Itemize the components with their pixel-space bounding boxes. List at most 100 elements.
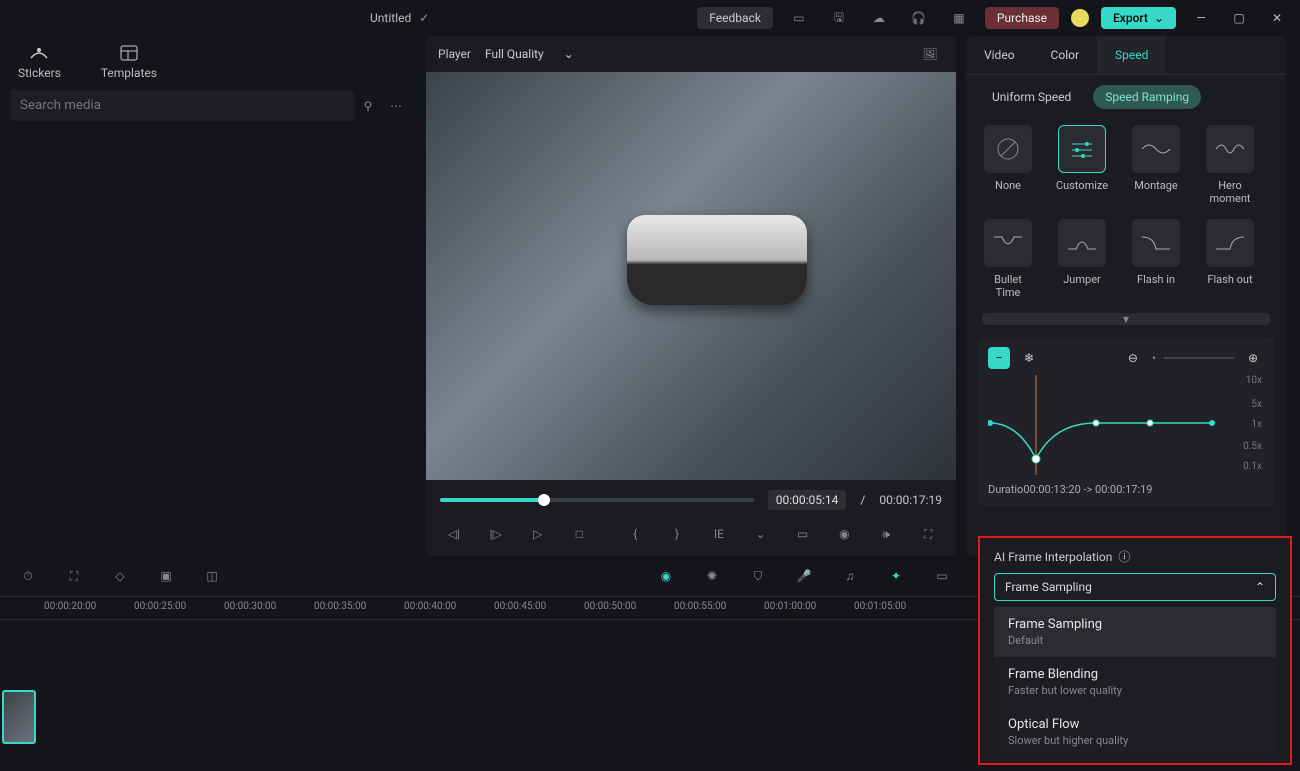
add-keyframe-button[interactable]: − bbox=[988, 347, 1010, 369]
quality-dropdown[interactable]: Full Quality ⌄ bbox=[485, 47, 574, 61]
close-button[interactable]: ✕ bbox=[1264, 5, 1290, 31]
opt-title: Optical Flow bbox=[1008, 717, 1262, 732]
ylabel: 1x bbox=[1251, 419, 1262, 430]
chevron-up-icon: ⌃ bbox=[1255, 580, 1265, 594]
maximize-button[interactable]: ▢ bbox=[1226, 5, 1252, 31]
marker-out-icon[interactable]: } bbox=[663, 520, 691, 548]
seek-fill bbox=[440, 498, 544, 502]
export-button[interactable]: Export ⌄ bbox=[1101, 7, 1176, 29]
preset-none[interactable]: None bbox=[982, 125, 1034, 205]
preset-label: Customize bbox=[1056, 179, 1108, 192]
layers-icon[interactable]: ▣ bbox=[152, 562, 180, 590]
preset-label: Montage bbox=[1134, 179, 1178, 192]
tl-mark: 00:00:20:00 bbox=[44, 597, 134, 619]
time-separator: / bbox=[860, 493, 865, 507]
zoom-in-graph[interactable]: ⊕ bbox=[1242, 347, 1264, 369]
save-icon[interactable]: 🖫 bbox=[825, 4, 853, 32]
avatar-badge[interactable] bbox=[1071, 9, 1089, 27]
apps-icon[interactable]: ▦ bbox=[945, 4, 973, 32]
marker-in-icon[interactable]: { bbox=[621, 520, 649, 548]
ai-icon[interactable]: ◉ bbox=[652, 562, 680, 590]
uniform-speed-tab[interactable]: Uniform Speed bbox=[980, 85, 1083, 109]
tl-mark: 00:01:05:00 bbox=[854, 597, 944, 619]
volume-icon[interactable]: 🕪 bbox=[872, 520, 900, 548]
crop-icon[interactable]: ⛶ bbox=[60, 562, 88, 590]
sticker-icon bbox=[28, 44, 50, 62]
ylabel: 10x bbox=[1246, 375, 1262, 386]
stickers-label: Stickers bbox=[18, 66, 61, 80]
mic-icon[interactable]: 🎤 bbox=[790, 562, 818, 590]
preset-montage[interactable]: Montage bbox=[1130, 125, 1182, 205]
tab-color[interactable]: Color bbox=[1033, 36, 1097, 74]
templates-tab[interactable]: Templates bbox=[101, 44, 157, 80]
text-icon[interactable]: ▭ bbox=[928, 562, 956, 590]
tl-mark: 00:00:35:00 bbox=[314, 597, 404, 619]
video-preview[interactable] bbox=[426, 72, 956, 480]
stop-button[interactable]: □ bbox=[565, 520, 593, 548]
tl-mark: 00:00:25:00 bbox=[134, 597, 224, 619]
video-frame bbox=[426, 72, 956, 480]
seek-bar[interactable] bbox=[440, 498, 754, 502]
preset-label: Bullet Time bbox=[982, 273, 1034, 299]
cloud-icon[interactable]: ☁ bbox=[865, 4, 893, 32]
minimize-button[interactable]: — bbox=[1188, 5, 1214, 31]
device-icon[interactable]: ▭ bbox=[785, 4, 813, 32]
preset-hero-moment[interactable]: Hero moment bbox=[1204, 125, 1256, 205]
split-icon[interactable]: ◫ bbox=[198, 562, 226, 590]
stickers-tab[interactable]: Stickers bbox=[18, 44, 61, 80]
tab-speed[interactable]: Speed bbox=[1097, 36, 1166, 74]
headset-icon[interactable]: 🎧 bbox=[905, 4, 933, 32]
camera-icon[interactable]: ◉ bbox=[830, 520, 858, 548]
quality-value: Full Quality bbox=[485, 47, 544, 61]
expand-presets[interactable]: ▾ bbox=[982, 313, 1270, 325]
tag-icon[interactable]: ◇ bbox=[106, 562, 134, 590]
more-icon[interactable]: ⋯ bbox=[382, 92, 410, 120]
preset-flash-out[interactable]: Flash out bbox=[1204, 219, 1256, 299]
freeze-button[interactable]: ❄ bbox=[1018, 347, 1040, 369]
flashin-icon bbox=[1140, 233, 1172, 253]
snapshot-preview-icon[interactable]: 🖼 bbox=[916, 40, 944, 68]
clip-label-icon[interactable]: IE bbox=[705, 520, 733, 548]
effects-icon[interactable]: ✺ bbox=[698, 562, 726, 590]
zoom-out-graph[interactable]: ⊖ bbox=[1122, 347, 1144, 369]
purchase-button[interactable]: Purchase bbox=[985, 7, 1059, 29]
shield-icon[interactable]: ⛉ bbox=[744, 562, 772, 590]
speed-ramping-tab[interactable]: Speed Ramping bbox=[1093, 85, 1201, 109]
preset-jumper[interactable]: Jumper bbox=[1056, 219, 1108, 299]
interp-option-optical[interactable]: Optical Flow Slower but higher quality bbox=[994, 707, 1276, 757]
preset-bullet-time[interactable]: Bullet Time bbox=[982, 219, 1034, 299]
chevron-down-icon[interactable]: ⌄ bbox=[747, 520, 775, 548]
next-frame-button[interactable]: |▷ bbox=[482, 520, 510, 548]
play-button[interactable]: ▷ bbox=[524, 520, 552, 548]
none-icon bbox=[995, 136, 1021, 162]
filter-icon[interactable]: ⚲ bbox=[354, 92, 382, 120]
speed-graph[interactable]: 10x 5x 1x 0.5x 0.1x bbox=[988, 375, 1264, 475]
timer-icon[interactable]: ⏱ bbox=[14, 562, 42, 590]
interp-options: Frame Sampling Default Frame Blending Fa… bbox=[994, 607, 1276, 757]
seek-handle[interactable] bbox=[538, 494, 550, 506]
preset-label: Flash out bbox=[1207, 273, 1252, 286]
interp-option-blending[interactable]: Frame Blending Faster but lower quality bbox=[994, 657, 1276, 707]
video-clip[interactable] bbox=[2, 690, 36, 744]
player-label: Player bbox=[438, 47, 471, 61]
music-icon[interactable]: ♫ bbox=[836, 562, 864, 590]
vr-headset-shape bbox=[627, 215, 807, 305]
feedback-button[interactable]: Feedback bbox=[697, 7, 773, 29]
preset-flash-in[interactable]: Flash in bbox=[1130, 219, 1182, 299]
tab-video[interactable]: Video bbox=[966, 36, 1033, 74]
tl-mark: 00:01:00:00 bbox=[764, 597, 854, 619]
fullscreen-icon[interactable]: ⛶ bbox=[914, 520, 942, 548]
prev-frame-button[interactable]: ◁| bbox=[440, 520, 468, 548]
display-icon[interactable]: ▭ bbox=[789, 520, 817, 548]
interp-option-sampling[interactable]: Frame Sampling Default bbox=[994, 607, 1276, 657]
interp-dropdown[interactable]: Frame Sampling ⌃ bbox=[994, 573, 1276, 601]
preset-customize[interactable]: Customize bbox=[1056, 125, 1108, 205]
wave-icon bbox=[1214, 139, 1246, 159]
search-input[interactable] bbox=[10, 90, 354, 121]
opt-desc: Faster but lower quality bbox=[1008, 684, 1262, 697]
info-icon[interactable]: ⓘ bbox=[1118, 548, 1130, 565]
chevron-down-icon: ⌄ bbox=[1154, 11, 1164, 25]
chevron-down-icon: ⌄ bbox=[564, 47, 574, 61]
sparkle-icon[interactable]: ✦ bbox=[882, 562, 910, 590]
export-label: Export bbox=[1113, 11, 1148, 25]
